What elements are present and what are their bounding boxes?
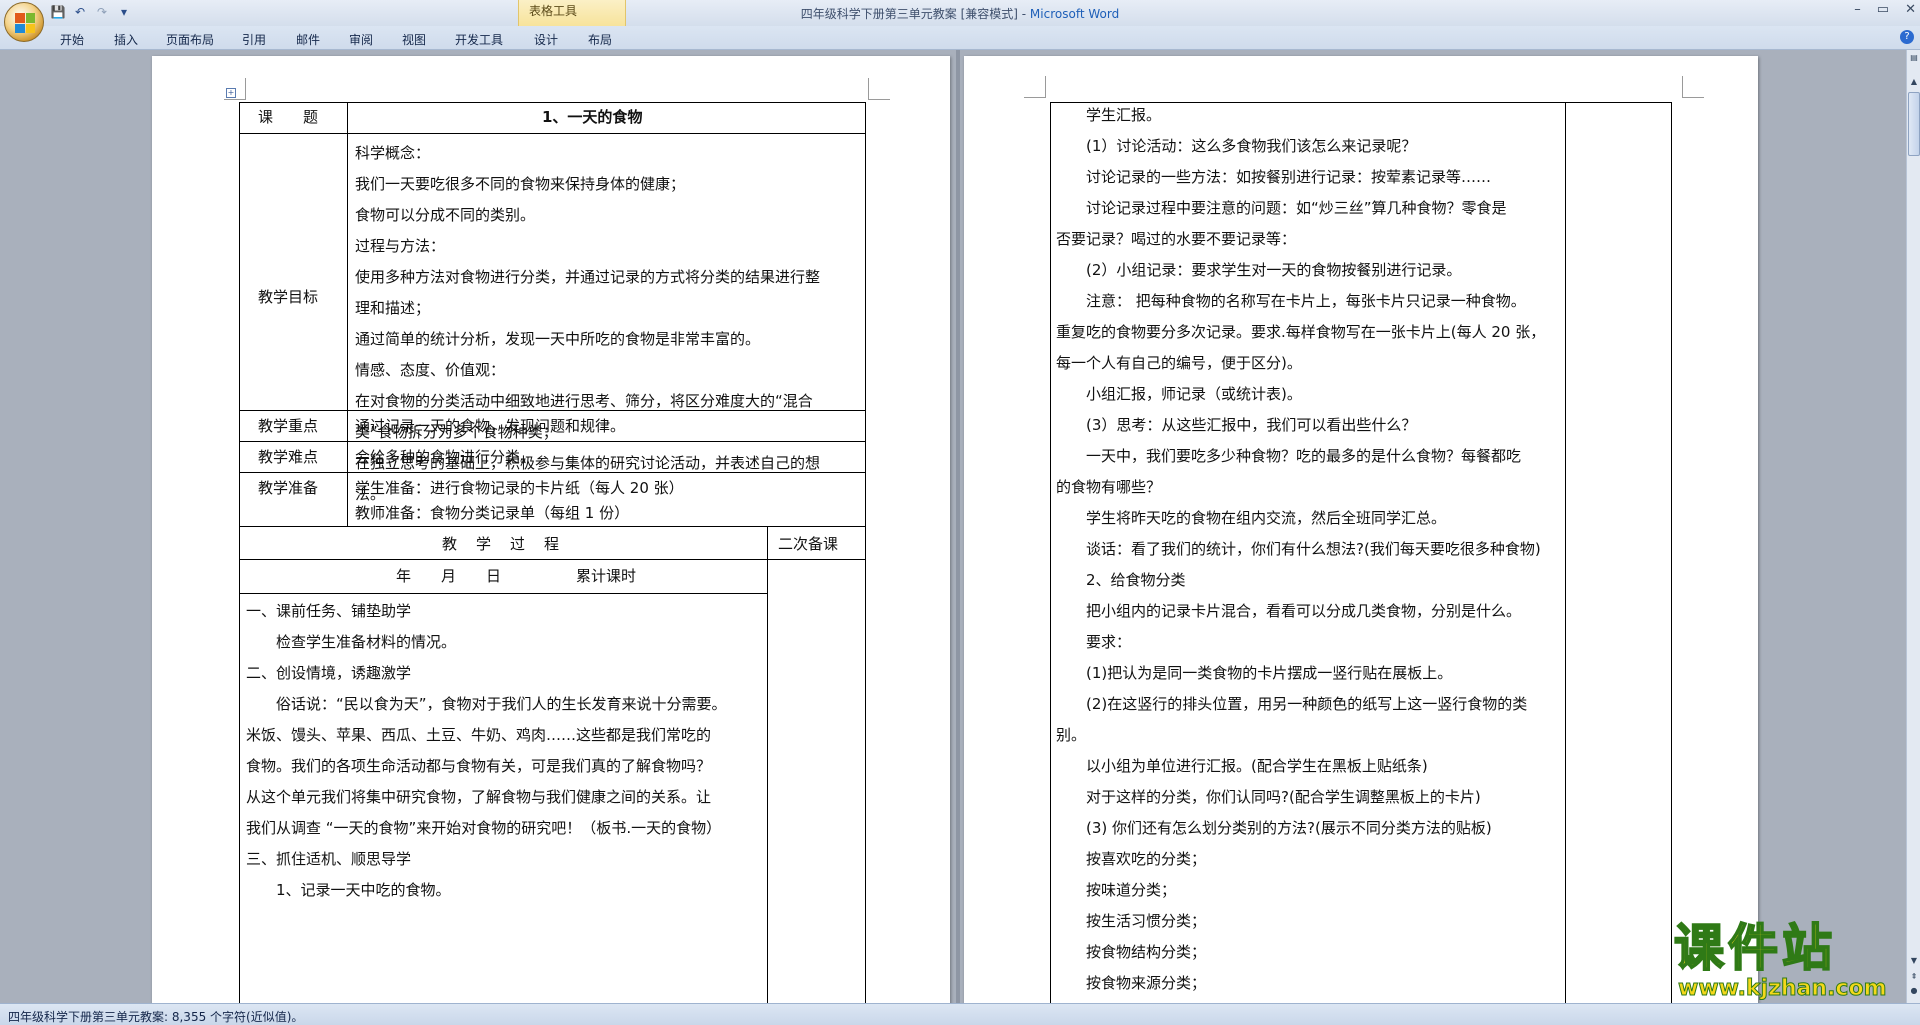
tab-table-design[interactable]: 设计 (534, 31, 558, 48)
office-logo-icon (15, 13, 35, 33)
crop-mark (1682, 76, 1704, 98)
tab-page-layout[interactable]: 页面布局 (166, 31, 214, 48)
focus-label: 教学重点 (258, 417, 319, 435)
crop-mark (868, 78, 890, 100)
ribbon-tabs: 开始 插入 页面布局 引用 邮件 审阅 视图 开发工具 设计 布局 ? (0, 26, 1920, 50)
minimize-icon[interactable]: – (1854, 2, 1861, 17)
difficulty-value: 会给多种的食物进行分类。 (355, 448, 536, 466)
status-bar: 四年级科学下册第三单元教案: 8,355 个字符(近似值)。 (0, 1003, 1920, 1025)
table-divider (347, 102, 348, 526)
previous-page-icon[interactable]: ⇞ (1908, 971, 1920, 983)
lesson-title: 1、一天的食物 (542, 108, 643, 126)
table-divider (767, 526, 768, 1003)
tab-table-layout[interactable]: 布局 (588, 31, 612, 48)
title-bar: 💾 ↶ ↷ ▾ 四年级科学下册第三单元教案 [兼容模式] - Microsoft… (0, 0, 1920, 26)
window-controls: – ▭ ✕ (1854, 2, 1916, 17)
ruler-toggle-icon[interactable]: ▤ (1908, 52, 1920, 64)
process-text: 一、课前任务、铺垫助学 检查学生准备材料的情况。 二、创设情境，诱趣激学 俗话说… (246, 602, 727, 899)
table-divider (239, 593, 767, 594)
date-line: 年 月 日 累计课时 (396, 567, 637, 585)
tab-review[interactable]: 审阅 (349, 31, 373, 48)
office-button[interactable] (4, 2, 44, 42)
word-count-status[interactable]: 四年级科学下册第三单元教案: 8,355 个字符(近似值)。 (8, 1008, 303, 1025)
scroll-up-icon[interactable]: ▲ (1908, 76, 1920, 88)
table-move-handle-icon[interactable]: + (226, 88, 236, 98)
prep-line-2: 教师准备：食物分类记录单（每组 1 份） (355, 504, 630, 522)
crop-mark (1024, 76, 1046, 98)
second-prep-header: 二次备课 (778, 535, 839, 553)
tab-mailings[interactable]: 邮件 (296, 31, 320, 48)
difficulty-label: 教学难点 (258, 448, 319, 466)
window-title: 四年级科学下册第三单元教案 [兼容模式] - Microsoft Word (800, 7, 1120, 21)
table-divider (239, 133, 866, 134)
tab-developer[interactable]: 开发工具 (455, 31, 503, 48)
table-divider (1565, 102, 1566, 1003)
prep-label: 教学准备 (258, 479, 319, 497)
help-icon[interactable]: ? (1900, 30, 1914, 44)
focus-value: 通过记录一天的食物，发现问题和规律。 (355, 417, 626, 435)
scroll-thumb[interactable] (1908, 92, 1920, 156)
tab-references[interactable]: 引用 (242, 31, 266, 48)
close-icon[interactable]: ✕ (1905, 2, 1916, 17)
maximize-icon[interactable]: ▭ (1877, 2, 1889, 17)
page-split-divider[interactable] (956, 50, 960, 1003)
continuation-text: 学生汇报。 (1）讨论活动：这么多食物我们该怎么来记录呢？ 讨论记录的一些方法：… (1056, 106, 1546, 992)
tab-view[interactable]: 视图 (402, 31, 426, 48)
left-page[interactable]: + 课 题 1、一天的食物 教学目标 科学概念： 我们一天要吃很多不同的食物来保… (152, 56, 950, 1003)
goal-label: 教学目标 (258, 288, 319, 306)
vertical-scrollbar[interactable]: ▤ ▲ ▼ ⇞ ● (1906, 50, 1920, 1003)
right-page[interactable]: 学生汇报。 (1）讨论活动：这么多食物我们该怎么来记录呢？ 讨论记录的一些方法：… (964, 56, 1758, 1003)
title-label: 课 题 (258, 108, 319, 126)
browse-object-icon[interactable]: ● (1908, 985, 1920, 997)
tab-home[interactable]: 开始 (60, 31, 84, 48)
scroll-down-icon[interactable]: ▼ (1908, 955, 1920, 967)
document-workspace: + 课 题 1、一天的食物 教学目标 科学概念： 我们一天要吃很多不同的食物来保… (0, 50, 1906, 1003)
process-header: 教 学 过 程 (442, 535, 562, 553)
tab-insert[interactable]: 插入 (114, 31, 138, 48)
